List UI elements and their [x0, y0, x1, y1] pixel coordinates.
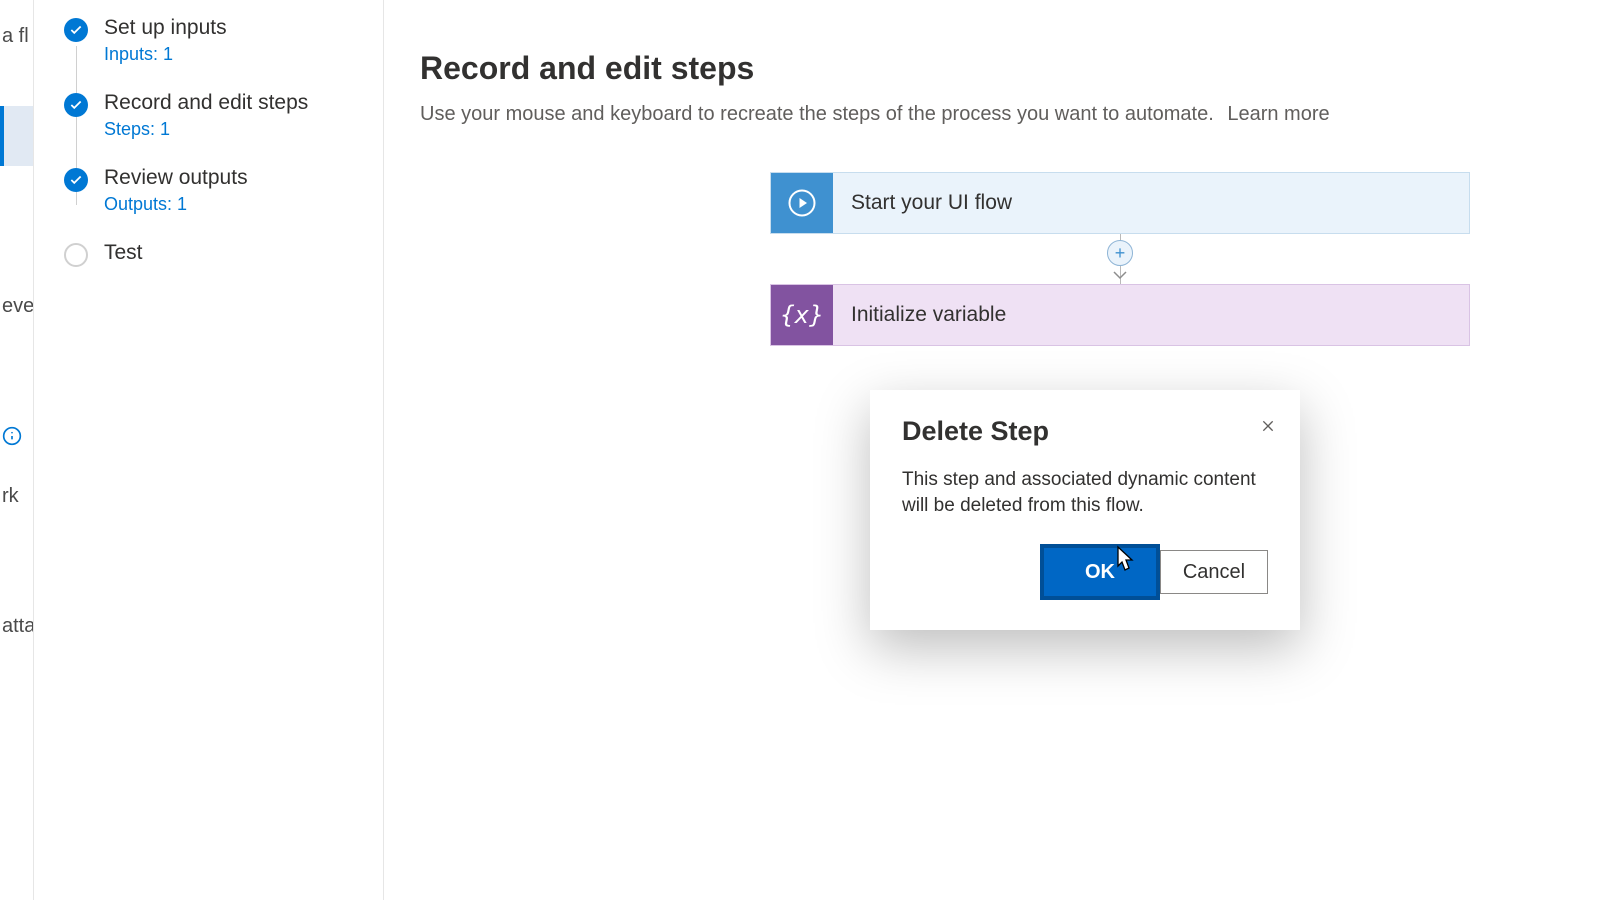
- flow-connector: +: [770, 234, 1470, 284]
- step-record-edit[interactable]: Record and edit steps Steps: 1: [64, 91, 365, 140]
- step-subtext[interactable]: Steps: 1: [104, 119, 365, 140]
- step-review-outputs[interactable]: Review outputs Outputs: 1: [64, 166, 365, 215]
- learn-more-link[interactable]: Learn more: [1227, 103, 1329, 125]
- page-description: Use your mouse and keyboard to recreate …: [420, 103, 1564, 126]
- rail-item-even[interactable]: even: [0, 276, 33, 336]
- arrow-down-icon: [1111, 268, 1129, 286]
- cancel-button[interactable]: Cancel: [1160, 550, 1268, 594]
- rail-item-selected[interactable]: [0, 106, 33, 166]
- dialog-title: Delete Step: [902, 416, 1268, 447]
- info-icon[interactable]: [0, 406, 33, 466]
- rail-item-flow[interactable]: a fl: [0, 6, 33, 66]
- checkmark-icon: [64, 93, 88, 117]
- flow-card-label: Start your UI flow: [833, 191, 1012, 215]
- checkmark-icon: [64, 18, 88, 42]
- step-setup-inputs[interactable]: Set up inputs Inputs: 1: [64, 16, 365, 65]
- rail-item-rk[interactable]: rk: [0, 466, 33, 526]
- step-test[interactable]: Test: [64, 241, 365, 265]
- main-content: Record and edit steps Use your mouse and…: [384, 0, 1600, 900]
- flow-card-variable[interactable]: {x} Initialize variable: [770, 284, 1470, 346]
- add-step-icon[interactable]: +: [1107, 240, 1133, 266]
- empty-step-icon: [64, 243, 88, 267]
- page-title: Record and edit steps: [420, 50, 1564, 87]
- step-title: Record and edit steps: [104, 91, 365, 115]
- step-title: Set up inputs: [104, 16, 365, 40]
- rail-item-attac[interactable]: attac: [0, 596, 33, 656]
- play-icon: [771, 172, 833, 234]
- step-subtext[interactable]: Inputs: 1: [104, 44, 365, 65]
- ok-button[interactable]: OK: [1040, 544, 1160, 600]
- variable-icon: {x}: [771, 284, 833, 346]
- close-icon[interactable]: [1252, 410, 1284, 442]
- checkmark-icon: [64, 168, 88, 192]
- step-subtext[interactable]: Outputs: 1: [104, 194, 365, 215]
- left-rail: a fl even rk attac: [0, 0, 34, 900]
- wizard-sidebar: Set up inputs Inputs: 1 Record and edit …: [34, 0, 384, 900]
- step-title: Test: [104, 241, 365, 265]
- step-title: Review outputs: [104, 166, 365, 190]
- delete-step-dialog: Delete Step This step and associated dyn…: [870, 390, 1300, 630]
- flow-card-label: Initialize variable: [833, 303, 1006, 327]
- dialog-body: This step and associated dynamic content…: [902, 467, 1268, 518]
- flow-card-start[interactable]: Start your UI flow: [770, 172, 1470, 234]
